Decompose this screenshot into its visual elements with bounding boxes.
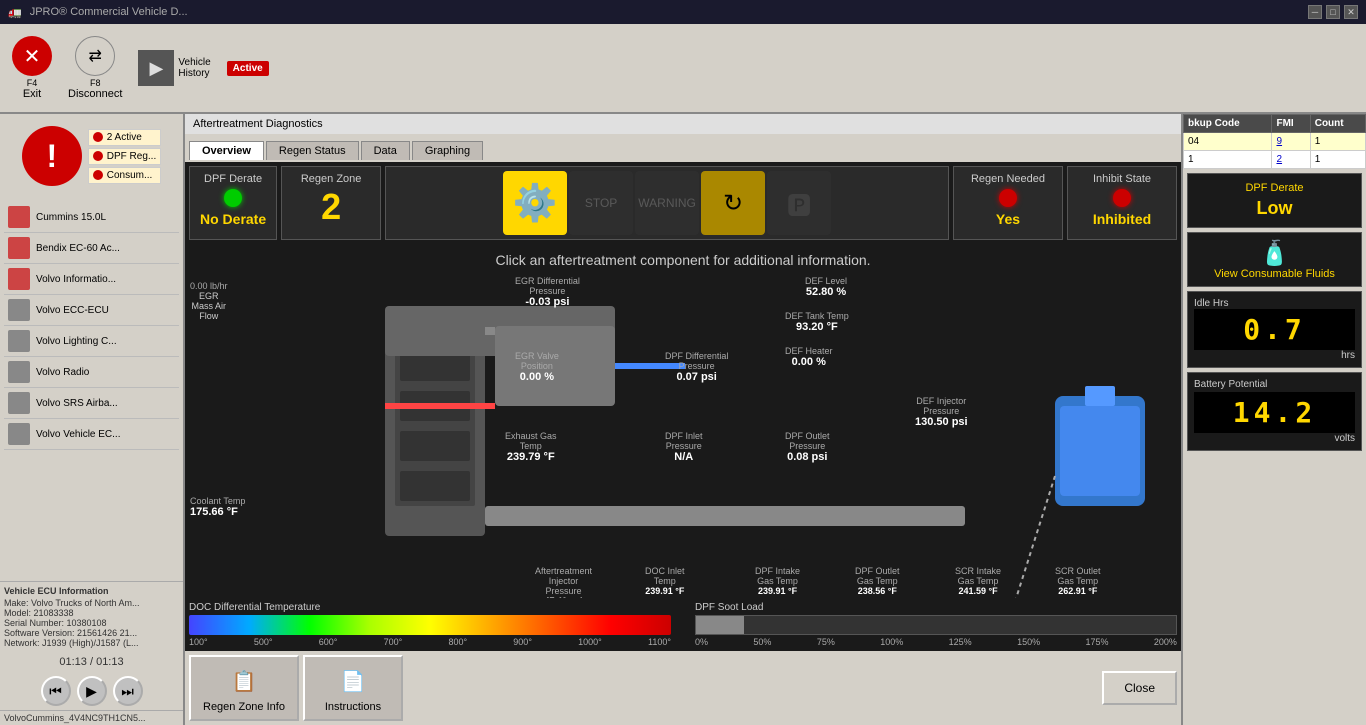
warning-icon[interactable]: WARNING (635, 171, 699, 235)
dpf-derate-widget: DPF Derate Low (1187, 173, 1362, 228)
app-title: JPRO® Commercial Vehicle D... (30, 6, 188, 18)
regen-zone-info-button[interactable]: 📋 Regen Zone Info (189, 655, 299, 721)
regen-arrow-icon[interactable]: ↻ (701, 171, 765, 235)
exhaust-gas-temp-label: Exhaust GasTemp 239.79 °F (505, 431, 557, 463)
instructions-icon: 📄 (335, 663, 371, 699)
fault-row-2[interactable]: 1 2 1 (1184, 151, 1366, 169)
fault-table-header-code: bkup Code (1184, 115, 1272, 133)
regen-zone-card[interactable]: Regen Zone 2 (281, 166, 381, 240)
diag-tabs: Overview Regen Status Data Graphing (185, 134, 1181, 162)
regen-needed-card[interactable]: Regen Needed Yes (953, 166, 1063, 240)
close-button[interactable]: Close (1102, 671, 1177, 705)
doc-temp-gauge: DOC Differential Temperature 100° 500° 6… (189, 602, 671, 647)
regen-needed-indicator (999, 189, 1017, 207)
dpf-derate-indicator (224, 189, 242, 207)
ecu-item-volvo-info[interactable]: Volvo Informatio... (4, 264, 179, 295)
fault-table-header-count: Count (1310, 115, 1365, 133)
scr-outlet-gas-temp-label: SCR OutletGas Temp 262.91 °F (1055, 566, 1101, 596)
idle-hrs-widget: Idle Hrs 0.7 hrs (1187, 291, 1362, 368)
dpf-soot-gauge: DPF Soot Load 0% 50% 75% 100% 125% 150% … (695, 602, 1177, 647)
dpf-intake-gas-temp-label: DPF IntakeGas Temp 239.91 °F (755, 566, 800, 596)
disconnect-label: Disconnect (68, 88, 122, 100)
minimize-btn[interactable]: ─ (1308, 5, 1322, 19)
alert-item-2: Consum... (88, 167, 161, 184)
fault-row-1[interactable]: 04 9 1 (1184, 133, 1366, 151)
park-icon[interactable]: 🅿 (767, 171, 831, 235)
dpf-derate-card[interactable]: DPF Derate No Derate (189, 166, 277, 240)
dpf-outlet-pressure-label: DPF OutletPressure 0.08 psi (785, 431, 830, 463)
exit-label: Exit (23, 88, 41, 100)
battery-potential-widget: Battery Potential 14.2 volts (1187, 372, 1362, 451)
ecu-item-volvo-lighting[interactable]: Volvo Lighting C... (4, 326, 179, 357)
egr-mass-airflow-label: 0.00 lb/hr EGRMass AirFlow (190, 281, 228, 321)
fault-fmi-link-1[interactable]: 9 (1276, 136, 1282, 147)
diagram-area[interactable]: DOC DPF SCR (185, 276, 1181, 598)
vehicle-history-button[interactable]: ▶ Vehicle History (130, 46, 218, 90)
inhibit-state-indicator (1113, 189, 1131, 207)
diag-title: Aftertreatment Diagnostics (193, 118, 323, 130)
inhibit-state-card[interactable]: Inhibit State Inhibited (1067, 166, 1177, 240)
player-play-btn[interactable]: ▶ (77, 676, 107, 706)
alert-icon: ! (22, 126, 82, 186)
close-window-btn[interactable]: ✕ (1344, 5, 1358, 19)
fault-fmi-link-2[interactable]: 2 (1276, 154, 1282, 165)
ecu-item-volvo-srs[interactable]: Volvo SRS Airba... (4, 388, 179, 419)
time-display: 01:13 / 01:13 (0, 652, 183, 672)
dpf-diff-pressure-label: DPF DifferentialPressure 0.07 psi (665, 351, 728, 383)
player-rewind-btn[interactable]: ⏮ (41, 676, 71, 706)
egr-diff-pressure-label: EGR DifferentialPressure -0.03 psi (515, 276, 580, 308)
f4-label: F4 (27, 78, 38, 88)
dpf-outlet-gas-temp-label: DPF OutletGas Temp 238.56 °F (855, 566, 900, 596)
consumable-fluids-button[interactable]: 🧴 View Consumable Fluids (1187, 232, 1362, 287)
ecu-item-volvo-vehicle[interactable]: Volvo Vehicle EC... (4, 419, 179, 450)
regen-zone-info-icon: 📋 (226, 663, 262, 699)
click-hint: Click an aftertreatment component for ad… (185, 244, 1181, 276)
scr-intake-gas-temp-label: SCR IntakeGas Temp 241.59 °F (955, 566, 1001, 596)
def-tank-temp-label: DEF Tank Temp 93.20 °F (785, 311, 849, 333)
def-heater-label: DEF Heater 0.00 % (785, 346, 833, 368)
ecu-item-bendix[interactable]: Bendix EC-60 Ac... (4, 233, 179, 264)
player-forward-btn[interactable]: ⏭ (113, 676, 143, 706)
fault-table-header-fmi: FMI (1272, 115, 1310, 133)
warning-icons-panel: ⚙️ STOP WARNING ↻ 🅿 (385, 166, 949, 240)
history-label: History (178, 68, 210, 79)
maximize-btn[interactable]: □ (1326, 5, 1340, 19)
ecu-item-volvo-radio[interactable]: Volvo Radio (4, 357, 179, 388)
fault-codes-table: bkup Code FMI Count 04 9 1 1 2 1 (1183, 114, 1366, 169)
vehicle-ecu-info: Vehicle ECU Information Make: Volvo Truc… (0, 581, 183, 652)
vehicle-id: VolvoCummins_4V4NC9TH1CN5... (0, 710, 183, 725)
consumable-icon: 🧴 (1194, 239, 1355, 268)
def-injector-pressure-label: DEF InjectorPressure 130.50 psi (915, 396, 968, 428)
engine-warning-icon[interactable]: ⚙️ (503, 171, 567, 235)
egr-valve-label: EGR ValvePosition 0.00 % (515, 351, 559, 383)
coolant-temp-label: Coolant Temp 175.66 °F (190, 496, 245, 518)
alert-count: 2 Active (88, 129, 161, 146)
vehicle-label: Vehicle (178, 57, 210, 68)
tab-graphing[interactable]: Graphing (412, 141, 483, 160)
disconnect-button[interactable]: ⇄ F8 Disconnect (60, 32, 130, 104)
active-badge: Active (227, 61, 269, 76)
tab-overview[interactable]: Overview (189, 141, 264, 160)
dpf-inlet-pressure-label: DPF InletPressure N/A (665, 431, 703, 463)
ecu-item-volvo-ecc[interactable]: Volvo ECC-ECU (4, 295, 179, 326)
doc-inlet-temp-label: DOC InletTemp 239.91 °F (645, 566, 685, 596)
stop-icon[interactable]: STOP (569, 171, 633, 235)
f8-label: F8 (90, 78, 101, 88)
exit-icon: ✕ (12, 36, 52, 76)
app-icon: 🚛 (8, 6, 22, 19)
ecu-list: Cummins 15.0L Bendix EC-60 Ac... Volvo I… (0, 198, 183, 581)
alert-item-1: DPF Reg... (88, 148, 161, 165)
exit-button[interactable]: ✕ F4 Exit (4, 32, 60, 104)
tab-regen-status[interactable]: Regen Status (266, 141, 359, 160)
aftertreatment-injector-label: AftertreatmentInjectorPressure 47.40 psi (535, 566, 592, 598)
def-level-label: DEF Level 52.80 % (805, 276, 847, 298)
tab-data[interactable]: Data (361, 141, 410, 160)
vehicle-history-icon: ▶ (138, 50, 174, 86)
instructions-button[interactable]: 📄 Instructions (303, 655, 403, 721)
disconnect-icon: ⇄ (75, 36, 115, 76)
ecu-item-cummins[interactable]: Cummins 15.0L (4, 202, 179, 233)
